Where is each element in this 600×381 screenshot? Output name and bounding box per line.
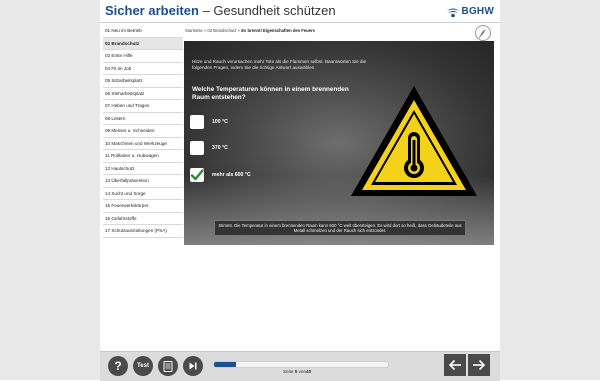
breadcrumb-current: Es brennt! Eigenschaften des Feuers (241, 28, 315, 33)
test-icon: Test (137, 363, 149, 369)
sidebar-item[interactable]: 14 Sucht und Sorge (103, 188, 183, 200)
answer-checkbox-checked[interactable] (190, 168, 204, 182)
breadcrumb-chapter[interactable]: 02 Brandschutz (207, 28, 236, 33)
chapter-sidebar: 01 Neu im Betrieb 02 Brandschutz 03 Erste … (103, 25, 183, 247)
sidebar-item[interactable]: 05 Sitzarbeitsplatz (103, 75, 183, 88)
answer-label: 100 °C (212, 119, 228, 125)
quiz-stage: Hitze und Rauch verursachen mehr Tote al… (184, 41, 494, 245)
notes-icon (163, 360, 173, 372)
test-button[interactable]: Test (133, 356, 153, 376)
sidebar-item[interactable]: 04 Fit im Job (103, 63, 183, 75)
answer-label: 370 °C (212, 145, 228, 151)
feedback-text: Stimmt. Die Temperatur in einem brennend… (218, 222, 462, 233)
thermometer-warning-icon (349, 84, 479, 204)
app-window: Sicher arbeiten – Gesundheit schützen BG… (100, 0, 500, 381)
breadcrumb-separator: » (237, 28, 241, 33)
bghw-logo: BGHW (446, 4, 494, 18)
quiz-question: Welche Temperaturen können in einem bren… (192, 86, 349, 101)
progress-fill (214, 362, 236, 367)
answer-option-100[interactable]: 100 °C (190, 115, 228, 129)
sidebar-item[interactable]: 07 Heben und Tragen (103, 100, 183, 113)
back-button[interactable] (444, 354, 466, 376)
sidebar-item[interactable]: 03 Erste Hilfe (103, 50, 183, 63)
question-icon: ? (114, 359, 122, 373)
arrow-left-icon (448, 359, 461, 371)
header: Sicher arbeiten – Gesundheit schützen BG… (100, 0, 500, 23)
notes-button[interactable] (158, 356, 178, 376)
checkmark-icon (190, 169, 204, 181)
sidebar-item[interactable]: 16 Gefahrstoffe (103, 213, 183, 225)
page-total: 40 (306, 369, 312, 374)
sidebar-item[interactable]: 02 Brandschutz (103, 37, 183, 50)
title-separator: – (202, 3, 210, 18)
answer-checkbox[interactable] (190, 141, 204, 155)
answer-checkbox[interactable] (190, 115, 204, 129)
answer-option-370[interactable]: 370 °C (190, 141, 228, 155)
sidebar-item[interactable]: 13 Überfallprävention (103, 175, 183, 188)
breadcrumb-start[interactable]: Startseite (185, 28, 203, 33)
footer-toolbar: ? Test Seite 5 von40 (100, 351, 500, 381)
page-background: Sicher arbeiten – Gesundheit schützen BG… (0, 0, 600, 381)
sidebar-item[interactable]: 06 Steharbeitsplatz (103, 88, 183, 100)
title-subtitle: Gesundheit schützen (213, 3, 336, 18)
sidebar-item[interactable]: 01 Neu im Betrieb (103, 25, 183, 38)
feedback-message: Stimmt. Die Temperatur in einem brennend… (214, 220, 466, 236)
skip-icon (189, 362, 197, 370)
skip-button[interactable] (183, 356, 203, 376)
quiz-intro: Hitze und Rauch verursachen mehr Tote al… (192, 59, 367, 70)
sidebar-item[interactable]: 09 Messer u. Schneiden (103, 125, 183, 138)
forward-button[interactable] (468, 354, 490, 376)
page-prefix: Seite (283, 369, 294, 374)
page-indicator: Seite 5 von40 (283, 369, 311, 374)
sidebar-item[interactable]: 11 Rolltainer u. Hubwagen (103, 150, 183, 163)
sidebar-item[interactable]: 12 Hautschutz (103, 163, 183, 175)
breadcrumb: Startseite » 02 Brandschutz » Es brennt!… (185, 28, 315, 33)
sidebar-item[interactable]: 10 Maschinen und Werkzeuge (103, 138, 183, 150)
page-current: 5 (294, 369, 298, 374)
page-title: Sicher arbeiten – Gesundheit schützen (105, 3, 336, 19)
progress-bar (213, 361, 389, 368)
sidebar-item[interactable]: 15 Feuerwerkskörper (103, 200, 183, 213)
arrow-right-icon (473, 359, 486, 371)
answer-option-600[interactable]: mehr als 600 °C (190, 168, 251, 182)
sidebar-item[interactable]: 08 Leitern (103, 113, 183, 125)
help-button[interactable]: ? (108, 356, 128, 376)
brand-title: Sicher arbeiten (105, 3, 199, 18)
logo-text: BGHW (461, 5, 494, 17)
answer-label: mehr als 600 °C (212, 172, 251, 178)
page-separator: von (298, 369, 307, 374)
bghw-logo-icon (446, 8, 459, 18)
feather-icon (475, 25, 491, 41)
breadcrumb-separator: » (203, 28, 207, 33)
sidebar-item[interactable]: 17 Schutzausrüstungen (PSA) (103, 225, 183, 238)
